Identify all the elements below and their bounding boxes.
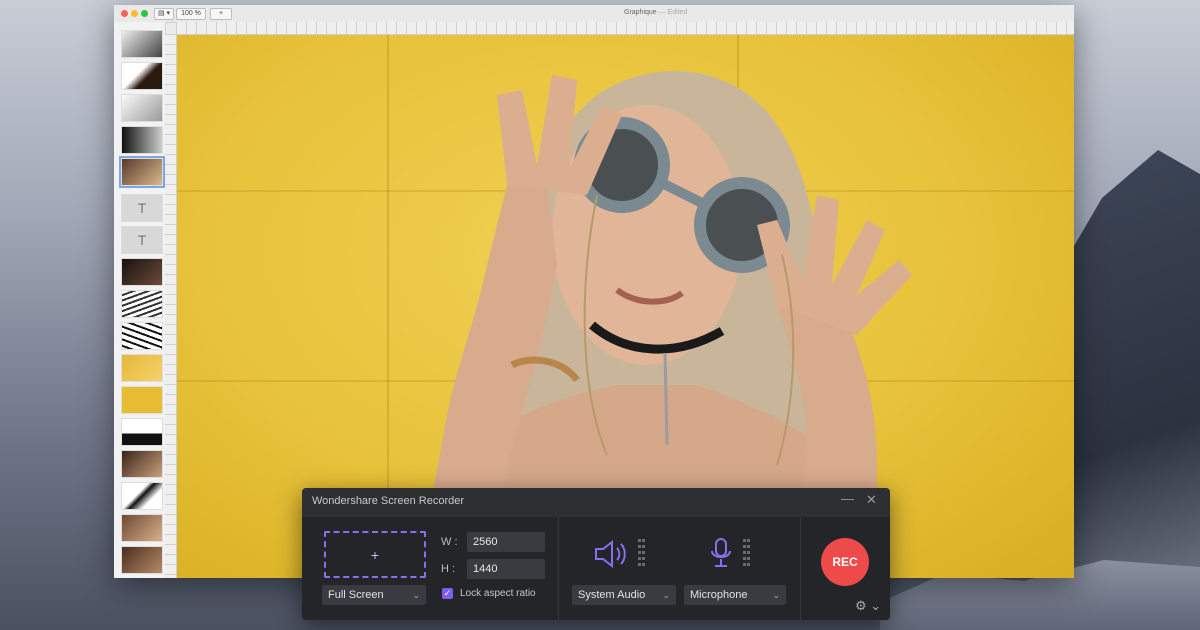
layer-thumb[interactable] [121, 418, 163, 446]
horizontal-ruler [176, 22, 1074, 35]
chevron-down-icon: ⌄ [772, 590, 780, 600]
capture-mode-dropdown[interactable]: Full Screen ⌄ [322, 585, 426, 605]
layer-thumb-selected[interactable] [119, 156, 165, 188]
audio-level-meter [642, 539, 645, 567]
vertical-ruler [165, 34, 177, 578]
layer-thumb[interactable] [121, 386, 163, 414]
mic-level-meter [747, 539, 750, 567]
layer-thumb[interactable] [121, 514, 163, 542]
mic-level-meter [743, 539, 746, 567]
layer-thumb-text[interactable]: T [121, 194, 163, 222]
microphone-dropdown[interactable]: Microphone ⌄ [684, 585, 786, 605]
gear-icon[interactable]: ⚙ ⌄ [855, 598, 881, 614]
layer-thumb[interactable] [121, 258, 163, 286]
width-field[interactable]: 2560 [467, 532, 545, 552]
recorder-controls: + Full Screen ⌄ W : 2560 H : 1440 ✓ Lock… [302, 517, 890, 620]
audio-level-meter [638, 539, 641, 567]
minimize-button[interactable]: — [841, 491, 854, 506]
close-window-button[interactable] [121, 10, 128, 17]
layer-thumb[interactable] [121, 354, 163, 382]
text-layer-icon: T [137, 200, 147, 216]
screen-recorder-panel: Wondershare Screen Recorder — ✕ + Full S… [302, 488, 890, 620]
zoom-window-button[interactable] [141, 10, 148, 17]
height-label: H : [441, 563, 456, 575]
layer-thumb[interactable] [121, 546, 163, 574]
lock-aspect-label: Lock aspect ratio [460, 588, 536, 599]
audio-source-value: System Audio [578, 589, 646, 601]
window-titlebar: ▤ ▾ 100 % + Graphique — Edited [114, 5, 1074, 23]
text-layer-icon: T [137, 232, 147, 248]
layers-panel: T T [114, 22, 166, 578]
close-button[interactable]: ✕ [866, 492, 877, 508]
minimize-window-button[interactable] [131, 10, 138, 17]
audio-source-dropdown[interactable]: System Audio ⌄ [572, 585, 676, 605]
speaker-icon[interactable] [593, 539, 627, 569]
chevron-down-icon: ⌄ [662, 590, 670, 600]
layer-thumb[interactable] [121, 290, 163, 318]
width-label: W : [441, 536, 458, 548]
add-area-icon: + [370, 546, 380, 563]
document-status: — Edited [658, 9, 688, 16]
record-button[interactable]: REC [821, 538, 869, 586]
layer-thumb[interactable] [121, 62, 163, 90]
layer-thumb[interactable] [121, 126, 163, 154]
microphone-icon[interactable] [709, 537, 733, 569]
recorder-title: Wondershare Screen Recorder [312, 495, 465, 507]
lock-aspect-checkbox[interactable]: ✓ [442, 588, 453, 599]
layer-thumb[interactable] [121, 482, 163, 510]
capture-mode-value: Full Screen [328, 589, 384, 601]
capture-area-selector[interactable]: + [324, 531, 426, 578]
divider [800, 517, 801, 620]
layer-thumb[interactable] [121, 94, 163, 122]
divider [558, 517, 559, 620]
layer-thumb[interactable] [121, 322, 163, 350]
layer-thumb-text[interactable]: T [121, 226, 163, 254]
window-title: Graphique — Edited [624, 9, 687, 16]
microphone-value: Microphone [690, 589, 748, 601]
sidebar-toggle-button[interactable]: ▤ ▾ [154, 8, 174, 20]
chevron-down-icon: ⌄ [412, 590, 420, 600]
layer-thumb[interactable] [121, 450, 163, 478]
layer-thumb[interactable] [121, 30, 163, 58]
zoom-select[interactable]: 100 % [176, 8, 206, 20]
desktop-mountain [1060, 150, 1200, 630]
add-button[interactable]: + [210, 8, 232, 20]
height-field[interactable]: 1440 [467, 559, 545, 579]
document-name: Graphique [624, 9, 657, 16]
